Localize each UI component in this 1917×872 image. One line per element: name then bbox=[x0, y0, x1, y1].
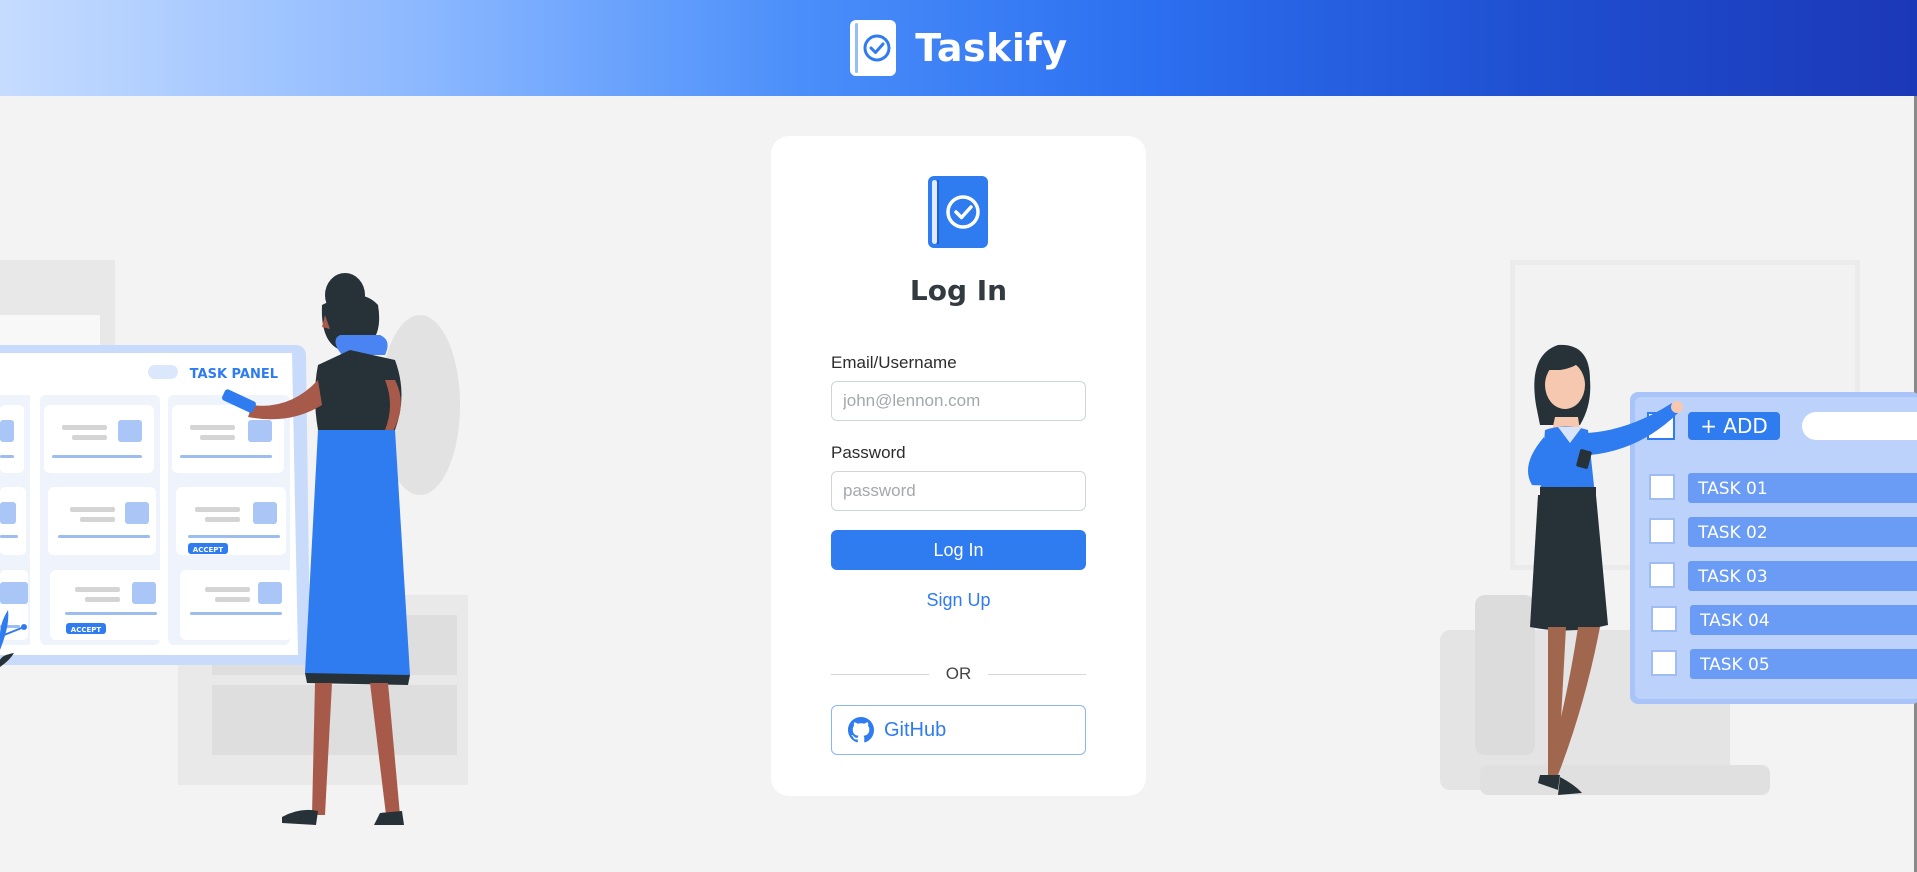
top-header: Taskify bbox=[0, 0, 1917, 96]
login-button[interactable]: Log In bbox=[831, 530, 1086, 570]
password-field[interactable] bbox=[831, 471, 1086, 511]
email-label: Email/Username bbox=[831, 353, 957, 372]
signup-link[interactable]: Sign Up bbox=[771, 590, 1146, 611]
accept-badge: ACCEPT bbox=[71, 626, 102, 634]
task-row-label: TASK 05 bbox=[1699, 655, 1770, 675]
login-card: Log In Email/Username Password Log In Si… bbox=[771, 136, 1146, 796]
github-icon bbox=[848, 717, 874, 743]
left-illustration: TASK PANEL ACCEPT ACCEPT bbox=[0, 260, 468, 825]
accept-badge: ACCEPT bbox=[193, 546, 224, 554]
right-illustration: + ADD TASK 01 TASK 02 TASK 03 TASK 04 TA… bbox=[1440, 260, 1917, 795]
or-divider: OR bbox=[831, 664, 1086, 684]
task-row-label: TASK 04 bbox=[1699, 611, 1770, 631]
check-book-icon bbox=[928, 176, 988, 248]
brand-name: Taskify bbox=[915, 26, 1068, 70]
brand[interactable]: Taskify bbox=[849, 19, 1067, 77]
email-field[interactable] bbox=[831, 381, 1086, 421]
page-title: Log In bbox=[909, 274, 1008, 307]
task-row-label: TASK 03 bbox=[1697, 567, 1768, 587]
task-row-label: TASK 01 bbox=[1697, 479, 1768, 499]
github-login-button[interactable]: GitHub bbox=[831, 705, 1086, 755]
password-label: Password bbox=[831, 443, 906, 462]
divider-line bbox=[988, 674, 1086, 675]
task-panel-title: TASK PANEL bbox=[190, 367, 278, 382]
check-book-icon bbox=[850, 20, 897, 76]
add-task-button: + ADD bbox=[1700, 414, 1768, 438]
github-label: GitHub bbox=[884, 718, 947, 741]
task-row-label: TASK 02 bbox=[1697, 523, 1768, 543]
